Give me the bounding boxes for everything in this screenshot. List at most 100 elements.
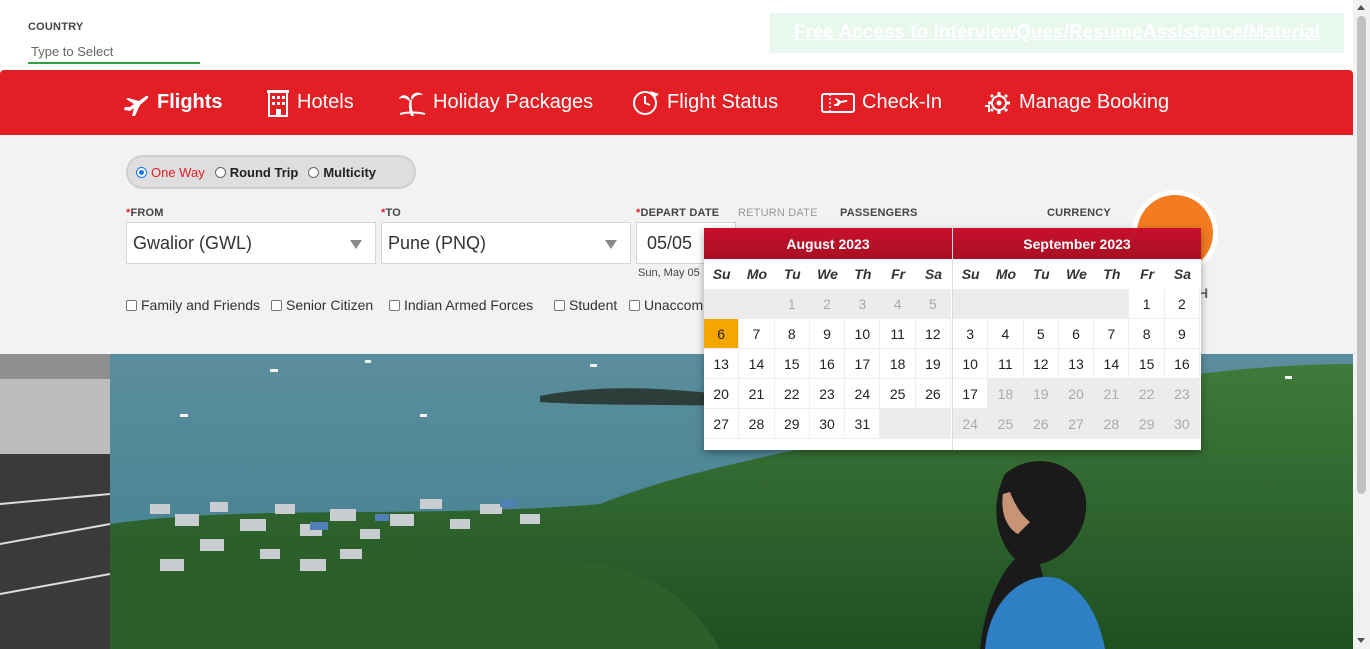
empty-day-cell [704,289,740,319]
day-cell[interactable]: 12 [915,319,952,349]
chevron-down-icon [350,240,362,249]
day-cell[interactable]: 19 [915,349,952,379]
scroll-down-arrow[interactable] [1357,638,1365,643]
nav-item-flight-status[interactable]: Flight Status [632,70,778,135]
discount-unaccompanied[interactable]: Unaccom [629,297,703,313]
day-cell[interactable]: 16 [809,349,846,379]
depart-date-label: *DEPART DATE [636,207,720,219]
nav-item-check-in[interactable]: Check-In [821,70,942,135]
nav-item-label: Flights [157,91,223,113]
day-cell[interactable]: 4 [988,319,1024,349]
promo-link[interactable]: Free Access to InterviewQues/ResumeAssis… [794,22,1320,44]
day-cell[interactable]: 9 [1164,319,1201,349]
day-cell[interactable]: 28 [739,409,775,439]
day-cell: 30 [1164,409,1201,439]
day-cell[interactable]: 18 [880,349,916,379]
day-cell[interactable]: 6 [704,319,740,349]
empty-day-cell [1058,289,1095,319]
day-cell[interactable]: 1 [1129,289,1165,319]
day-cell[interactable]: 3 [953,319,989,349]
nav-item-flights[interactable]: Flights [122,70,223,135]
ticket-plane-icon [821,91,855,115]
day-cell[interactable]: 5 [1023,319,1059,349]
day-cell[interactable]: 15 [774,349,810,379]
checkbox-label: Indian Armed Forces [404,297,534,313]
from-select[interactable]: Gwalior (GWL) [126,222,376,264]
trip-one-way[interactable]: One Way [136,165,205,180]
radio-one-way[interactable] [136,166,147,178]
scroll-up-arrow[interactable] [1357,5,1365,10]
day-cell: 19 [1023,379,1059,409]
nav-item-hotels[interactable]: Hotels [266,70,354,135]
discount-armed-forces[interactable]: Indian Armed Forces [389,297,533,313]
day-cell[interactable]: 10 [953,349,989,379]
day-cell[interactable]: 29 [774,409,810,439]
nav-item-holiday-packages[interactable]: Holiday Packages [398,70,593,135]
checkbox[interactable] [126,299,137,311]
day-cell[interactable]: 31 [845,409,881,439]
weekday-label: Th [854,266,872,282]
day-cell[interactable]: 27 [704,409,740,439]
from-label: *FROM [126,207,164,219]
return-date-label: RETURN DATE [738,207,818,219]
day-cell[interactable]: 7 [1094,319,1130,349]
day-cell[interactable]: 8 [1129,319,1165,349]
checkbox[interactable] [554,299,565,311]
day-cell[interactable]: 20 [704,379,740,409]
day-cell[interactable]: 12 [1023,349,1059,379]
to-select[interactable]: Pune (PNQ) [381,222,631,264]
country-input[interactable] [28,40,200,64]
day-cell: 24 [953,409,989,439]
radio-round-trip[interactable] [214,166,226,178]
plane-icon [122,90,150,116]
discount-senior-citizen[interactable]: Senior Citizen [271,297,373,313]
day-grid: 1 2 3 4 5 6 7 8 9 10 11 12 13 14 15 16 17 18 19 20 21 22 23 24 2… [704,289,952,439]
weekday-label: Su [712,266,731,282]
day-cell[interactable]: 17 [845,349,881,379]
day-cell[interactable]: 13 [1058,349,1095,379]
day-cell: 1 [774,289,810,319]
month-august: August 2023 Su Mo Tu We Th Fr Sa 1 2 3 4 5 6 7 8 9 10 11… [704,228,952,450]
discount-family-friends[interactable]: Family and Friends [126,297,260,313]
nav-item-manage-booking[interactable]: Manage Booking [984,70,1169,135]
day-cell[interactable]: 23 [809,379,846,409]
day-cell[interactable]: 8 [774,319,810,349]
promo-banner: Free Access to InterviewQues/ResumeAssis… [770,13,1344,53]
day-cell[interactable]: 2 [1164,289,1201,319]
depart-date-day: Sun, May 05 [638,267,700,279]
day-cell[interactable]: 15 [1129,349,1165,379]
scroll-thumb[interactable] [1357,16,1366,494]
checkbox[interactable] [389,299,400,311]
day-cell[interactable]: 14 [1094,349,1130,379]
empty-day-cell [739,289,775,319]
day-cell[interactable]: 11 [988,349,1024,379]
day-cell[interactable]: 17 [953,379,989,409]
day-cell[interactable]: 10 [845,319,881,349]
day-cell[interactable]: 16 [1164,349,1201,379]
checkbox[interactable] [271,299,282,311]
trip-round-trip[interactable]: Round Trip [214,165,298,180]
day-cell[interactable]: 22 [774,379,810,409]
day-cell[interactable]: 13 [704,349,740,379]
empty-day-cell [915,409,952,439]
day-cell[interactable]: 6 [1058,319,1095,349]
day-cell[interactable]: 14 [739,349,775,379]
checkbox[interactable] [629,299,640,311]
day-cell[interactable]: 24 [845,379,881,409]
passengers-label: PASSENGERS [840,207,918,219]
radio-multicity[interactable] [308,166,320,178]
day-cell[interactable]: 25 [880,379,916,409]
weekday-label: Fr [1140,266,1155,282]
month-september: September 2023 Su Mo Tu We Th Fr Sa 1234567891… [952,228,1201,450]
day-cell[interactable]: 21 [739,379,775,409]
vertical-scrollbar[interactable] [1353,0,1370,649]
trip-multicity[interactable]: Multicity [308,165,376,180]
day-cell[interactable]: 11 [880,319,916,349]
to-value: Pune (PNQ) [388,232,487,253]
day-cell[interactable]: 9 [809,319,846,349]
day-cell[interactable]: 7 [739,319,775,349]
discount-student[interactable]: Student [554,297,617,313]
day-cell[interactable]: 30 [809,409,846,439]
day-cell[interactable]: 26 [915,379,952,409]
day-cell: 28 [1094,409,1130,439]
